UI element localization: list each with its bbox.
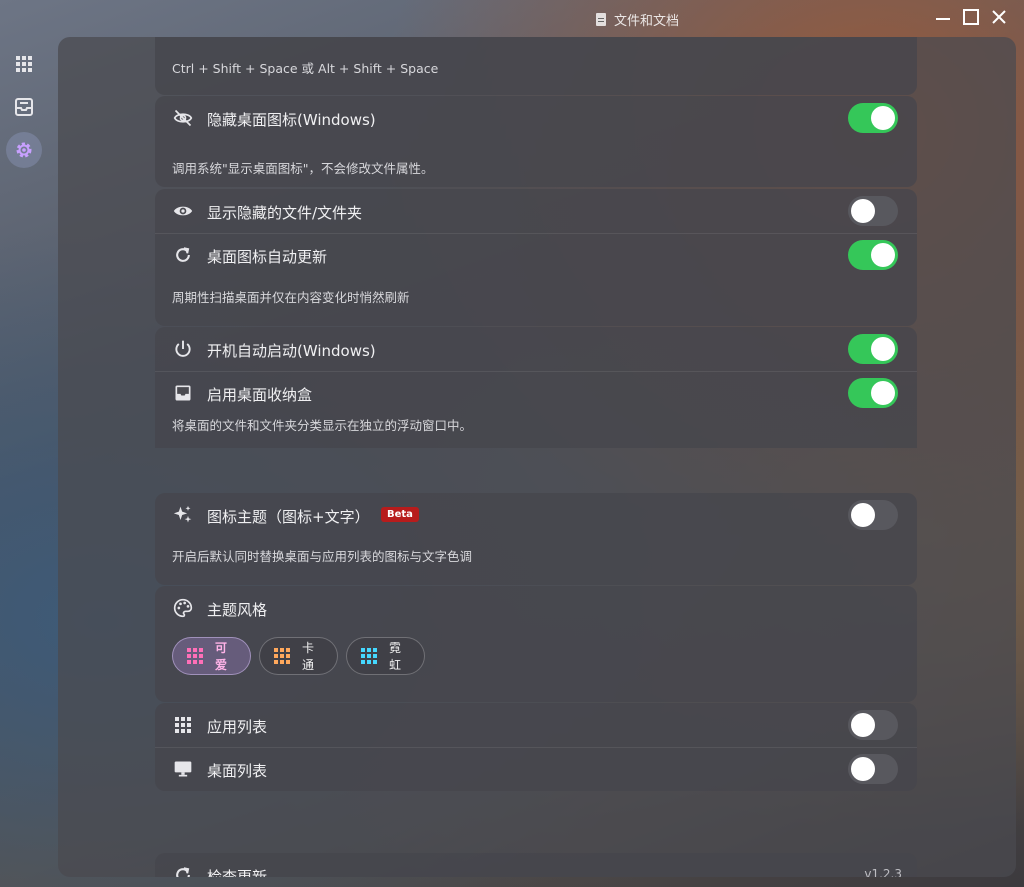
theme-option-label: 霓虹	[389, 641, 402, 672]
auto-refresh-label: 桌面图标自动更新	[207, 248, 328, 266]
grid-apps-icon	[16, 56, 32, 72]
gear-icon	[16, 142, 32, 158]
autostart-row[interactable]: 开机自动启动(Windows)	[155, 327, 917, 371]
show-hidden-row[interactable]: 显示隐藏的文件/文件夹	[155, 189, 917, 233]
icon-theme-description: 开启后默认同时替换桌面与应用列表的图标与文字色调	[172, 549, 473, 564]
inbox-tray-icon	[15, 98, 33, 116]
inbox-icon	[173, 383, 193, 403]
visibility-card: 显示隐藏的文件/文件夹 桌面图标自动更新 周期性扫描桌面并仅在内容变化时悄然刷新	[155, 189, 917, 326]
minimize-icon	[936, 18, 950, 20]
auto-refresh-description: 周期性扫描桌面并仅在内容变化时悄然刷新	[172, 290, 410, 305]
theme-option-label: 卡通	[302, 641, 315, 672]
nav-settings-button[interactable]	[6, 132, 42, 168]
desktop-box-description: 将桌面的文件和文件夹分类显示在独立的浮动窗口中。	[172, 418, 473, 433]
theme-option-label: 可爱	[215, 641, 228, 672]
desktop-box-row[interactable]: 启用桌面收纳盒	[155, 371, 917, 415]
app-list-label: 应用列表	[207, 718, 268, 736]
theme-grid-icon	[274, 648, 290, 664]
maximize-button[interactable]	[960, 6, 982, 28]
theme-style-label: 主题风格	[207, 601, 268, 619]
auto-refresh-toggle[interactable]	[848, 240, 898, 270]
desktop-box-toggle[interactable]	[848, 378, 898, 408]
hide-icons-description: 调用系统"显示桌面图标"，不会修改文件属性。	[172, 161, 434, 176]
icon-theme-toggle[interactable]	[848, 500, 898, 530]
theme-grid-icon	[187, 648, 203, 664]
monitor-icon	[173, 759, 193, 779]
app-list-row[interactable]: 应用列表	[155, 703, 917, 747]
close-icon	[992, 10, 1006, 24]
desktop-list-toggle[interactable]	[848, 754, 898, 784]
desktop-box-label: 启用桌面收纳盒	[207, 386, 313, 404]
check-update-label: 检查更新	[207, 868, 268, 877]
hotkey-description: Ctrl + Shift + Space 或 Alt + Shift + Spa…	[172, 61, 439, 76]
theme-style-row: 主题风格	[155, 586, 917, 630]
check-update-row[interactable]: 检查更新 v1.2.3	[155, 853, 917, 877]
minimize-button[interactable]	[932, 6, 954, 28]
hotkey-card: Ctrl + Shift + Space 或 Alt + Shift + Spa…	[155, 37, 917, 95]
sparkles-icon	[173, 505, 193, 525]
power-icon	[173, 339, 193, 359]
icon-theme-label: 图标主题（图标+文字）	[207, 508, 370, 526]
icon-theme-row[interactable]: 图标主题（图标+文字） Beta	[155, 493, 917, 537]
theme-grid-icon	[361, 648, 377, 664]
show-hidden-label: 显示隐藏的文件/文件夹	[207, 204, 363, 222]
app-list-toggle[interactable]	[848, 710, 898, 740]
beta-badge: Beta	[381, 507, 419, 522]
grid-icon	[173, 715, 193, 735]
theme-option-cute[interactable]: 可爱	[172, 637, 251, 675]
document-icon	[596, 13, 606, 26]
theme-option-cartoon[interactable]: 卡通	[259, 637, 338, 675]
desktop-list-label: 桌面列表	[207, 762, 268, 780]
nav-apps-button[interactable]	[6, 46, 42, 82]
hide-icons-row[interactable]: 隐藏桌面图标(Windows)	[155, 96, 917, 140]
refresh-icon	[173, 865, 193, 877]
settings-panel: Ctrl + Shift + Space 或 Alt + Shift + Spa…	[58, 37, 1016, 877]
maximize-icon	[963, 9, 979, 25]
title-bar: 文件和文档	[0, 0, 1024, 34]
palette-icon	[173, 598, 193, 618]
refresh-icon	[173, 245, 193, 265]
version-text: v1.2.3	[864, 867, 902, 877]
autostart-label: 开机自动启动(Windows)	[207, 342, 376, 360]
lists-card: 应用列表 桌面列表	[155, 703, 917, 791]
close-button[interactable]	[988, 6, 1010, 28]
eye-icon	[173, 201, 193, 221]
theme-option-neon[interactable]: 霓虹	[346, 637, 425, 675]
icon-theme-card: 图标主题（图标+文字） Beta 开启后默认同时替换桌面与应用列表的图标与文字色…	[155, 493, 917, 585]
hide-icons-toggle[interactable]	[848, 103, 898, 133]
show-hidden-toggle[interactable]	[848, 196, 898, 226]
autostart-toggle[interactable]	[848, 334, 898, 364]
hide-icons-card: 隐藏桌面图标(Windows) 调用系统"显示桌面图标"，不会修改文件属性。	[155, 96, 917, 187]
check-update-card: 检查更新 v1.2.3	[155, 853, 917, 877]
window-title-text: 文件和文档	[614, 14, 680, 29]
window-title: 文件和文档	[596, 10, 679, 29]
hide-icons-label: 隐藏桌面图标(Windows)	[207, 111, 376, 129]
nav-box-button[interactable]	[6, 89, 42, 125]
desktop-list-row[interactable]: 桌面列表	[155, 747, 917, 791]
eye-off-icon	[173, 108, 193, 128]
auto-refresh-row[interactable]: 桌面图标自动更新	[155, 233, 917, 277]
startup-card: 开机自动启动(Windows) 启用桌面收纳盒 将桌面的文件和文件夹分类显示在独…	[155, 327, 917, 448]
